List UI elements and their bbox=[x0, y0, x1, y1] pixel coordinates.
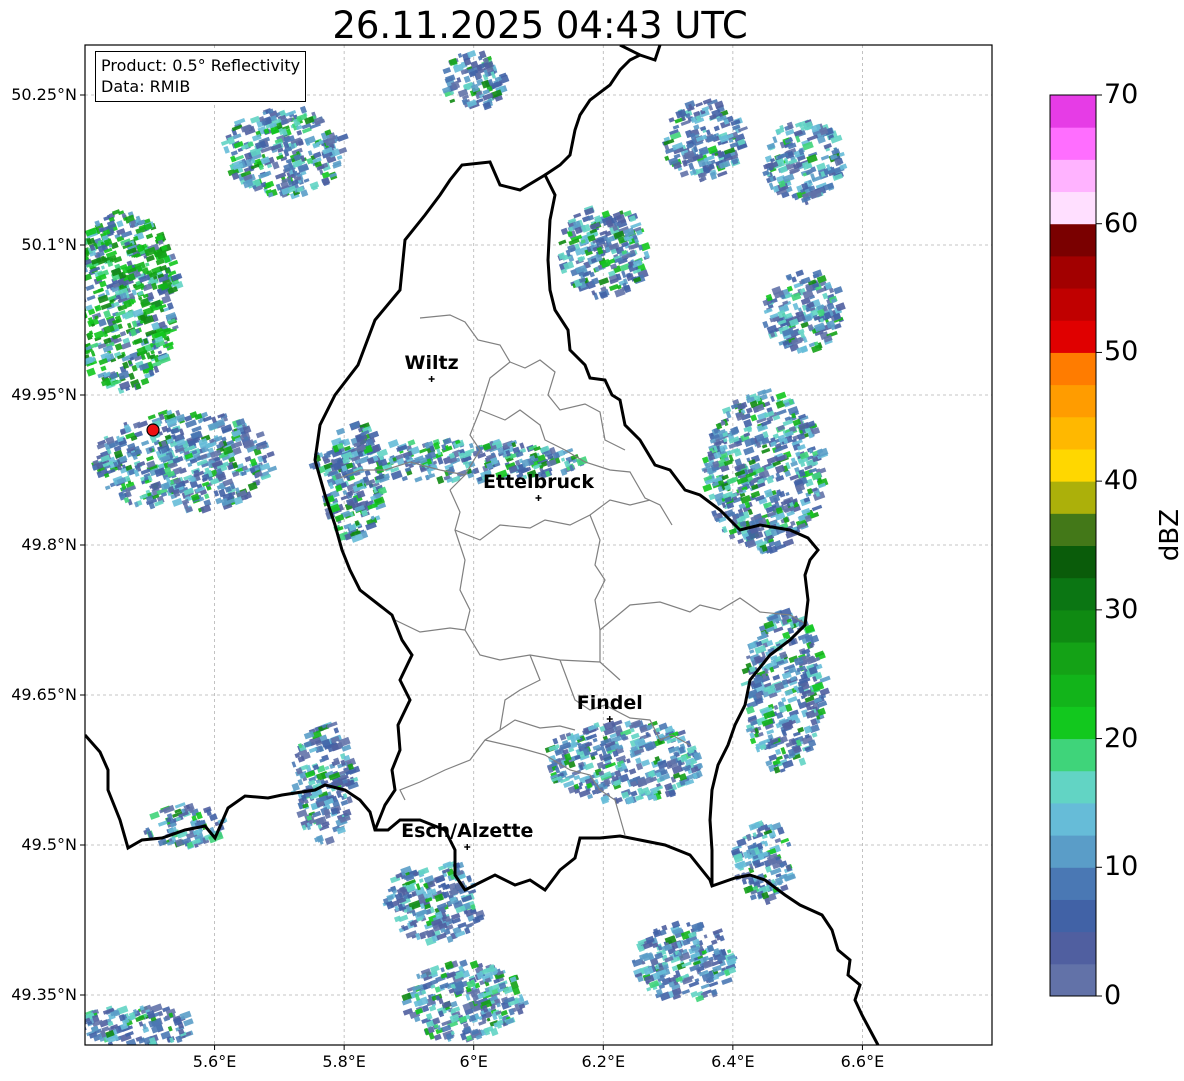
colorbar-segment bbox=[1050, 899, 1096, 933]
echo-pixel bbox=[70, 308, 77, 316]
city-label: Findel bbox=[576, 692, 643, 714]
echo-pixel bbox=[69, 326, 75, 334]
lon-tick-label: 6.6°E bbox=[840, 1052, 885, 1071]
colorbar-segment bbox=[1050, 706, 1096, 740]
colorbar-segment bbox=[1050, 577, 1096, 611]
city-label: Wiltz bbox=[404, 352, 459, 374]
colorbar-segment bbox=[1050, 352, 1096, 386]
lat-tick-label: 50.25°N bbox=[11, 85, 77, 104]
colorbar-segment bbox=[1050, 931, 1096, 965]
data-source-label: Data: RMIB bbox=[101, 77, 191, 96]
colorbar-segment bbox=[1050, 963, 1096, 997]
echo-pixel bbox=[80, 295, 85, 301]
echo-pixel bbox=[77, 300, 83, 307]
colorbar-tick-label: 60 bbox=[1104, 207, 1139, 239]
colorbar-segment bbox=[1050, 802, 1096, 836]
echo-pixel bbox=[71, 274, 80, 280]
colorbar-segment bbox=[1050, 609, 1096, 643]
colorbar-segment bbox=[1050, 127, 1096, 160]
colorbar-tick-label: 10 bbox=[1104, 851, 1139, 883]
colorbar-tick-label: 40 bbox=[1104, 465, 1139, 497]
echo-pixel bbox=[78, 274, 85, 282]
colorbar-segment bbox=[1050, 835, 1096, 868]
colorbar-segment bbox=[1050, 288, 1096, 321]
echo-pixel bbox=[85, 309, 86, 319]
colorbar-segment bbox=[1050, 642, 1096, 675]
colorbar-segment bbox=[1050, 513, 1096, 546]
colorbar-label: dBZ bbox=[1155, 508, 1184, 562]
lat-tick-label: 49.8°N bbox=[21, 535, 77, 554]
echo-pixel bbox=[85, 340, 86, 348]
echo-pixel bbox=[72, 320, 81, 327]
lat-tick-label: 50.1°N bbox=[21, 235, 77, 254]
echo-pixel bbox=[69, 328, 79, 336]
colorbar-segment bbox=[1050, 738, 1096, 772]
colorbar-segment bbox=[1050, 320, 1096, 353]
colorbar-segment bbox=[1050, 95, 1096, 128]
colorbar-segment bbox=[1050, 416, 1096, 450]
echo-pixel bbox=[75, 321, 84, 329]
lat-tick-label: 49.95°N bbox=[11, 385, 77, 404]
echo-pixel bbox=[75, 339, 83, 346]
radar-map bbox=[68, 44, 1102, 1050]
radar-site-marker bbox=[146, 423, 160, 437]
echo-pixel bbox=[77, 253, 83, 260]
colorbar-segment bbox=[1050, 191, 1096, 225]
echo-pixel bbox=[72, 258, 84, 267]
colorbar bbox=[1049, 94, 1102, 997]
lat-tick-label: 49.65°N bbox=[11, 685, 77, 704]
echo-pixel bbox=[69, 270, 77, 277]
product-info-box: Product: 0.5° Reflectivity Data: RMIB bbox=[95, 51, 307, 102]
echo-pixel bbox=[74, 333, 84, 339]
colorbar-segment bbox=[1050, 770, 1096, 804]
city-label: Esch/Alzette bbox=[401, 820, 534, 842]
echo-pixel bbox=[72, 264, 84, 273]
colorbar-tick-label: 70 bbox=[1104, 79, 1139, 110]
lon-tick-label: 5.6°E bbox=[192, 1052, 237, 1071]
colorbar-segment bbox=[1050, 384, 1096, 418]
echo-pixel bbox=[71, 277, 79, 283]
lat-tick-label: 49.5°N bbox=[21, 835, 77, 854]
city-label: Ettelbruck bbox=[483, 471, 594, 493]
lon-tick-label: 6.4°E bbox=[711, 1052, 755, 1071]
lat-tick-label: 49.35°N bbox=[11, 985, 77, 1004]
colorbar-segment bbox=[1050, 867, 1096, 900]
echo-pixel bbox=[75, 298, 82, 305]
colorbar-tick-label: 0 bbox=[1104, 980, 1122, 1011]
echo-pixel bbox=[71, 263, 77, 270]
echo-pixel bbox=[85, 280, 86, 288]
lon-tick-label: 5.8°E bbox=[322, 1052, 366, 1071]
colorbar-segment bbox=[1050, 481, 1096, 514]
echo-pixel bbox=[75, 290, 80, 297]
echo-pixel bbox=[73, 294, 79, 301]
lon-tick-label: 6.2°E bbox=[581, 1052, 626, 1071]
colorbar-segment bbox=[1050, 223, 1096, 257]
lon-tick-label: 6°E bbox=[459, 1052, 488, 1071]
echo-pixel bbox=[74, 303, 82, 310]
echo-pixel bbox=[85, 285, 86, 295]
echo-pixel bbox=[70, 1024, 77, 1030]
colorbar-tick-label: 20 bbox=[1104, 722, 1139, 754]
echo-pixel bbox=[76, 342, 81, 347]
product-label: Product: 0.5° Reflectivity bbox=[101, 56, 301, 75]
colorbar-segment bbox=[1050, 545, 1096, 579]
echo-pixel bbox=[74, 296, 84, 303]
echo-pixel bbox=[68, 306, 77, 313]
colorbar-segment bbox=[1050, 159, 1096, 193]
colorbar-tick-label: 30 bbox=[1104, 593, 1139, 625]
colorbar-segment bbox=[1050, 448, 1096, 482]
colorbar-tick-label: 50 bbox=[1104, 336, 1139, 368]
colorbar-segment bbox=[1050, 674, 1096, 707]
echo-pixel bbox=[68, 272, 76, 279]
echo-pixel bbox=[72, 1025, 83, 1032]
echo-pixel bbox=[68, 322, 75, 329]
colorbar-segment bbox=[1050, 255, 1096, 289]
